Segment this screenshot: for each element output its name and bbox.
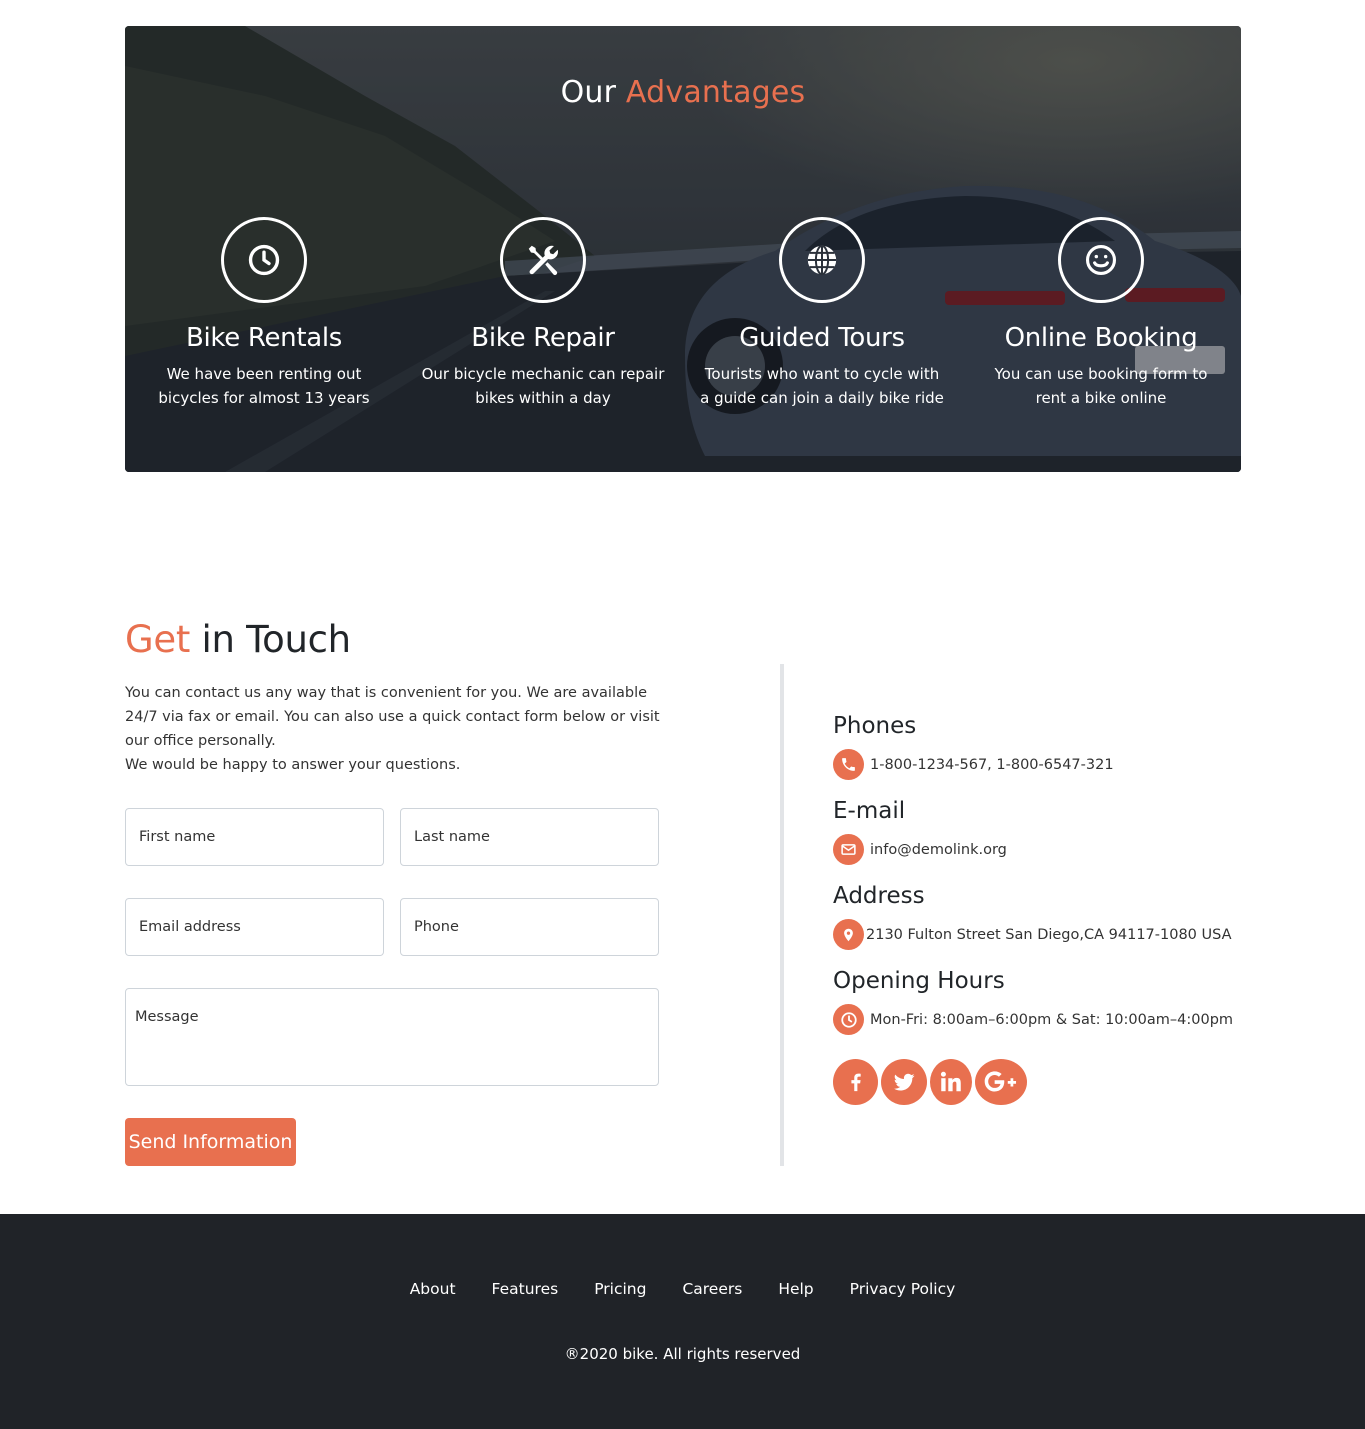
map-marker-icon [833,919,864,950]
globe-icon [807,244,837,276]
email-row: info@demolink.org [833,834,1007,865]
footer-link-features[interactable]: Features [492,1280,559,1298]
description-paragraph: We would be happy to answer your questio… [125,757,461,773]
clock-icon [833,1004,864,1035]
last-name-input[interactable]: Last name [400,808,659,866]
footer-link-about[interactable]: About [410,1280,456,1298]
footer-link-help[interactable]: Help [778,1280,813,1298]
twitter-icon[interactable] [881,1059,927,1105]
smiley-icon [1085,244,1117,276]
description-paragraph: You can contact us any way that is conve… [125,685,660,749]
advantages-banner: Our Advantages Bike Rentals We have been… [125,26,1241,472]
linkedin-icon[interactable] [930,1059,972,1105]
feature-guided-tours: Guided Tours Tourists who want to cycle … [692,217,952,410]
email-heading: E-mail [833,798,906,824]
vertical-divider [780,664,784,1166]
footer-nav: About Features Pricing Careers Help Priv… [0,1280,1365,1298]
footer-link-privacy-policy[interactable]: Privacy Policy [850,1280,956,1298]
phones-row: 1-800-1234-567, 1-800-6547-321 [833,749,1114,780]
phones-heading: Phones [833,713,917,739]
advantages-title: Our Advantages [125,75,1241,110]
feature-bike-rentals: Bike Rentals We have been renting out bi… [134,217,394,410]
facebook-icon[interactable] [833,1059,878,1105]
envelope-icon [833,834,864,865]
feature-online-booking: Online Booking You can use booking form … [971,217,1231,410]
feature-bike-repair: Bike Repair Our bicycle mechanic can rep… [413,217,673,410]
feature-icon-ring [221,217,307,303]
address-value: 2130 Fulton Street San Diego,CA 94117-10… [866,926,1232,943]
send-information-button[interactable]: Send Information [125,1118,296,1166]
email-placeholder: Email address [139,919,241,935]
tools-icon [528,245,559,276]
get-in-touch-title-accent: Get [125,618,191,661]
phone-icon [833,749,864,780]
footer: About Features Pricing Careers Help Priv… [0,1214,1365,1429]
feature-description: We have been renting out bicycles for al… [158,365,370,407]
feature-icon-ring [1058,217,1144,303]
advantages-title-accent: Advantages [625,75,806,110]
copyright-text: ®2020 bike. All rights reserved [564,1345,801,1363]
message-placeholder: Message [135,1009,199,1025]
feature-title: Bike Repair [471,323,615,353]
email-input[interactable]: Email address [125,898,384,956]
feature-description: You can use booking form to rent a bike … [994,365,1208,407]
feature-title: Guided Tours [739,323,905,353]
first-name-placeholder: First name [139,829,216,845]
email-value[interactable]: info@demolink.org [870,842,1007,858]
advantages-title-prefix: Our [560,75,617,110]
opening-hours-heading: Opening Hours [833,968,1005,994]
google-plus-icon[interactable] [975,1059,1027,1105]
message-textarea[interactable]: Message [125,988,659,1086]
first-name-input[interactable]: First name [125,808,384,866]
address-row: 2130 Fulton Street San Diego,CA 94117-10… [833,919,1232,950]
address-heading: Address [833,883,925,909]
last-name-placeholder: Last name [414,829,490,845]
feature-icon-ring [500,217,586,303]
phone-input[interactable]: Phone [400,898,659,956]
phone-placeholder: Phone [414,919,459,935]
get-in-touch-title-rest: in Touch [201,618,352,661]
feature-icon-ring [779,217,865,303]
get-in-touch-description: You can contact us any way that is conve… [125,681,660,777]
feature-title: Bike Rentals [185,323,343,353]
get-in-touch-title: Get in Touch [125,618,351,661]
phones-value: 1-800-1234-567, 1-800-6547-321 [870,756,1114,773]
opening-hours-row: Mon-Fri: 8:00am–6:00pm & Sat: 10:00am–4:… [833,1004,1233,1035]
feature-description: Tourists who want to cycle with a guide … [700,365,944,407]
footer-link-pricing[interactable]: Pricing [594,1280,646,1298]
feature-title: Online Booking [1004,323,1198,353]
feature-description: Our bicycle mechanic can repair bikes wi… [421,365,665,407]
footer-link-careers[interactable]: Careers [682,1280,742,1298]
clock-icon [248,244,280,276]
opening-hours-value: Mon-Fri: 8:00am–6:00pm & Sat: 10:00am–4:… [870,1011,1234,1028]
